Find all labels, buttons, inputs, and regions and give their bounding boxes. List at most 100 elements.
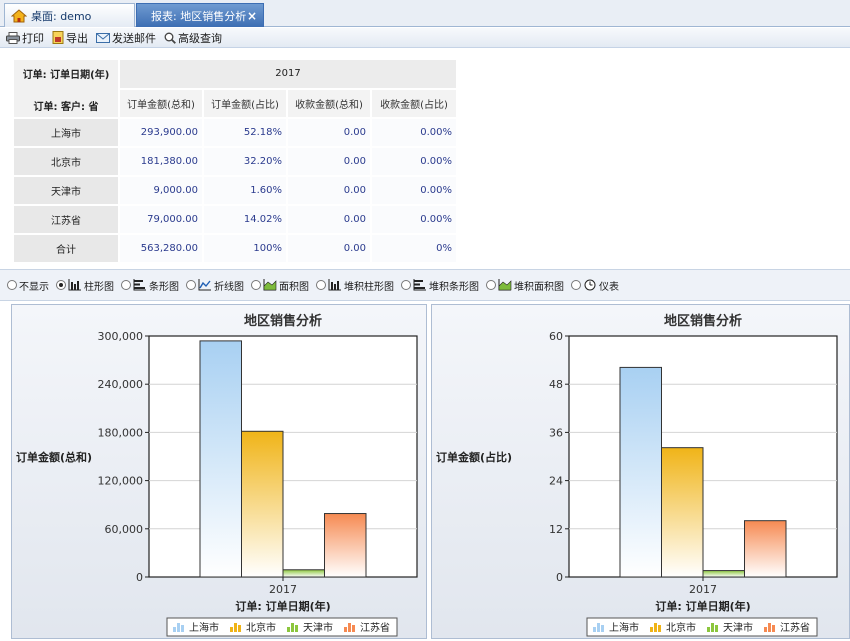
chart-type-label: 柱形图	[84, 281, 114, 293]
radio-button[interactable]	[316, 280, 326, 290]
row-label: 江苏省	[14, 206, 118, 233]
bar	[702, 570, 745, 578]
radio-button[interactable]	[121, 280, 131, 290]
y-tick-label: 180,000	[98, 426, 144, 439]
radio-button[interactable]	[7, 280, 17, 290]
advanced-query-label: 高级查询	[178, 31, 222, 45]
search-icon	[164, 32, 176, 44]
export-button[interactable]: 导出	[52, 30, 88, 46]
table-row: 北京市 181,380.00 32.20% 0.00 0.00%	[14, 148, 456, 175]
tab-desktop[interactable]: 桌面: demo	[4, 3, 135, 27]
area-chart-icon	[263, 279, 277, 291]
radio-button[interactable]	[571, 280, 581, 290]
chart-type-label: 堆积条形图	[429, 281, 479, 293]
legend-swatch	[650, 627, 653, 632]
chart-type-selector: 不显示 柱形图 条形图 折线图 面积图 堆积柱形图 堆积条形图 堆积面积图 仪表	[0, 269, 850, 301]
tab-report-label: 报表: 地区销售分析	[151, 9, 247, 23]
table-cell: 181,380.00	[120, 148, 202, 175]
legend-swatch	[597, 623, 600, 632]
chart-type-label: 条形图	[149, 281, 179, 293]
chart-type-option[interactable]: 堆积面积图	[486, 278, 564, 293]
close-icon[interactable]: ×	[247, 9, 257, 23]
tab-bar: 桌面: demo 报表: 地区销售分析 ×	[0, 0, 850, 27]
table-cell: 0.00%	[372, 177, 456, 204]
legend-swatch	[291, 623, 294, 632]
legend-swatch	[230, 627, 233, 632]
table-row: 上海市 293,900.00 52.18% 0.00 0.00%	[14, 119, 456, 146]
radio-button[interactable]	[401, 280, 411, 290]
chart-title: 地区销售分析	[664, 313, 742, 329]
radio-button[interactable]	[486, 280, 496, 290]
table-cell: 32.20%	[204, 148, 286, 175]
chart-type-option[interactable]: 不显示	[7, 278, 49, 293]
table-cell: 0.00%	[372, 119, 456, 146]
chart-type-option[interactable]: 堆积条形图	[401, 278, 479, 293]
gauge-icon	[584, 279, 596, 291]
column-header: 收款金额(占比)	[372, 89, 456, 117]
toolbar: 打印 导出 发送邮件 高级查询	[0, 28, 850, 48]
table-cell: 0.00%	[372, 148, 456, 175]
legend-swatch	[295, 625, 298, 632]
row-label: 北京市	[14, 148, 118, 175]
tab-report[interactable]: 报表: 地区销售分析 ×	[136, 3, 264, 27]
legend-swatch	[715, 625, 718, 632]
radio-button[interactable]	[251, 280, 261, 290]
table-cell: 1.60%	[204, 177, 286, 204]
table-cell: 563,280.00	[120, 235, 202, 262]
print-label: 打印	[22, 31, 44, 45]
bar	[324, 513, 367, 578]
legend-swatch	[601, 625, 604, 632]
export-icon	[52, 31, 64, 44]
pivot-table: 订单: 订单日期(年) 订单: 客户: 省 2017 订单金额(总和) 订单金额(…	[12, 58, 458, 264]
legend-swatch	[177, 623, 180, 632]
legend-swatch	[238, 625, 241, 632]
table-cell: 0%	[372, 235, 456, 262]
chart-type-label: 堆积柱形图	[344, 281, 394, 293]
y-tick-label: 48	[549, 378, 563, 391]
send-mail-button[interactable]: 发送邮件	[96, 30, 156, 46]
advanced-query-button[interactable]: 高级查询	[164, 30, 222, 46]
home-icon	[11, 8, 27, 23]
chart-type-option[interactable]: 堆积柱形图	[316, 278, 394, 293]
column-header: 订单金额(总和)	[120, 89, 202, 117]
chart-panel-total: 地区销售分析 0 60,000 120,000 180,000 240,000 300,00…	[11, 304, 427, 639]
y-tick-label: 0	[556, 571, 563, 584]
stacked-column-icon	[328, 279, 341, 291]
legend-label: 天津市	[723, 621, 753, 634]
y-axis-label: 订单金额(占比)	[436, 450, 512, 464]
chart-type-label: 不显示	[19, 281, 49, 293]
stacked-bar-icon	[413, 279, 426, 291]
line-chart-icon	[198, 279, 211, 291]
row-label: 天津市	[14, 177, 118, 204]
x-axis-label: 订单: 订单日期(年)	[235, 599, 330, 613]
table-cell: 14.02%	[204, 206, 286, 233]
bar-chart-total: 地区销售分析 0 60,000 120,000 180,000 240,000 300,00…	[16, 313, 418, 637]
legend-swatch	[711, 623, 714, 632]
chart-type-option[interactable]: 柱形图	[56, 278, 114, 293]
chart-type-label: 堆积面积图	[514, 281, 564, 293]
y-tick-label: 60	[549, 330, 563, 343]
legend-label: 江苏省	[360, 621, 390, 634]
table-row: 合计 563,280.00 100% 0.00 0%	[14, 235, 456, 262]
chart-type-option[interactable]: 折线图	[186, 278, 244, 293]
bar	[619, 366, 662, 578]
table-body: 上海市 293,900.00 52.18% 0.00 0.00% 北京市 181,380.0…	[14, 119, 456, 262]
chart-type-option[interactable]: 条形图	[121, 278, 179, 293]
print-button[interactable]: 打印	[6, 30, 44, 46]
chart-type-option[interactable]: 面积图	[251, 278, 309, 293]
table-cell: 0.00%	[372, 206, 456, 233]
chart-type-option[interactable]: 仪表	[571, 278, 619, 293]
table-corner: 订单: 订单日期(年) 订单: 客户: 省	[14, 60, 118, 117]
bar	[241, 430, 284, 578]
chart-type-label: 折线图	[214, 281, 244, 293]
table-row: 江苏省 79,000.00 14.02% 0.00 0.00%	[14, 206, 456, 233]
radio-button[interactable]	[56, 280, 66, 290]
row-label: 合计	[14, 235, 118, 262]
legend-swatch	[234, 623, 237, 632]
legend-swatch	[593, 627, 596, 632]
table-cell: 100%	[204, 235, 286, 262]
column-chart-icon	[68, 279, 81, 291]
radio-button[interactable]	[186, 280, 196, 290]
printer-icon	[6, 31, 20, 44]
table-cell: 0.00	[288, 177, 370, 204]
